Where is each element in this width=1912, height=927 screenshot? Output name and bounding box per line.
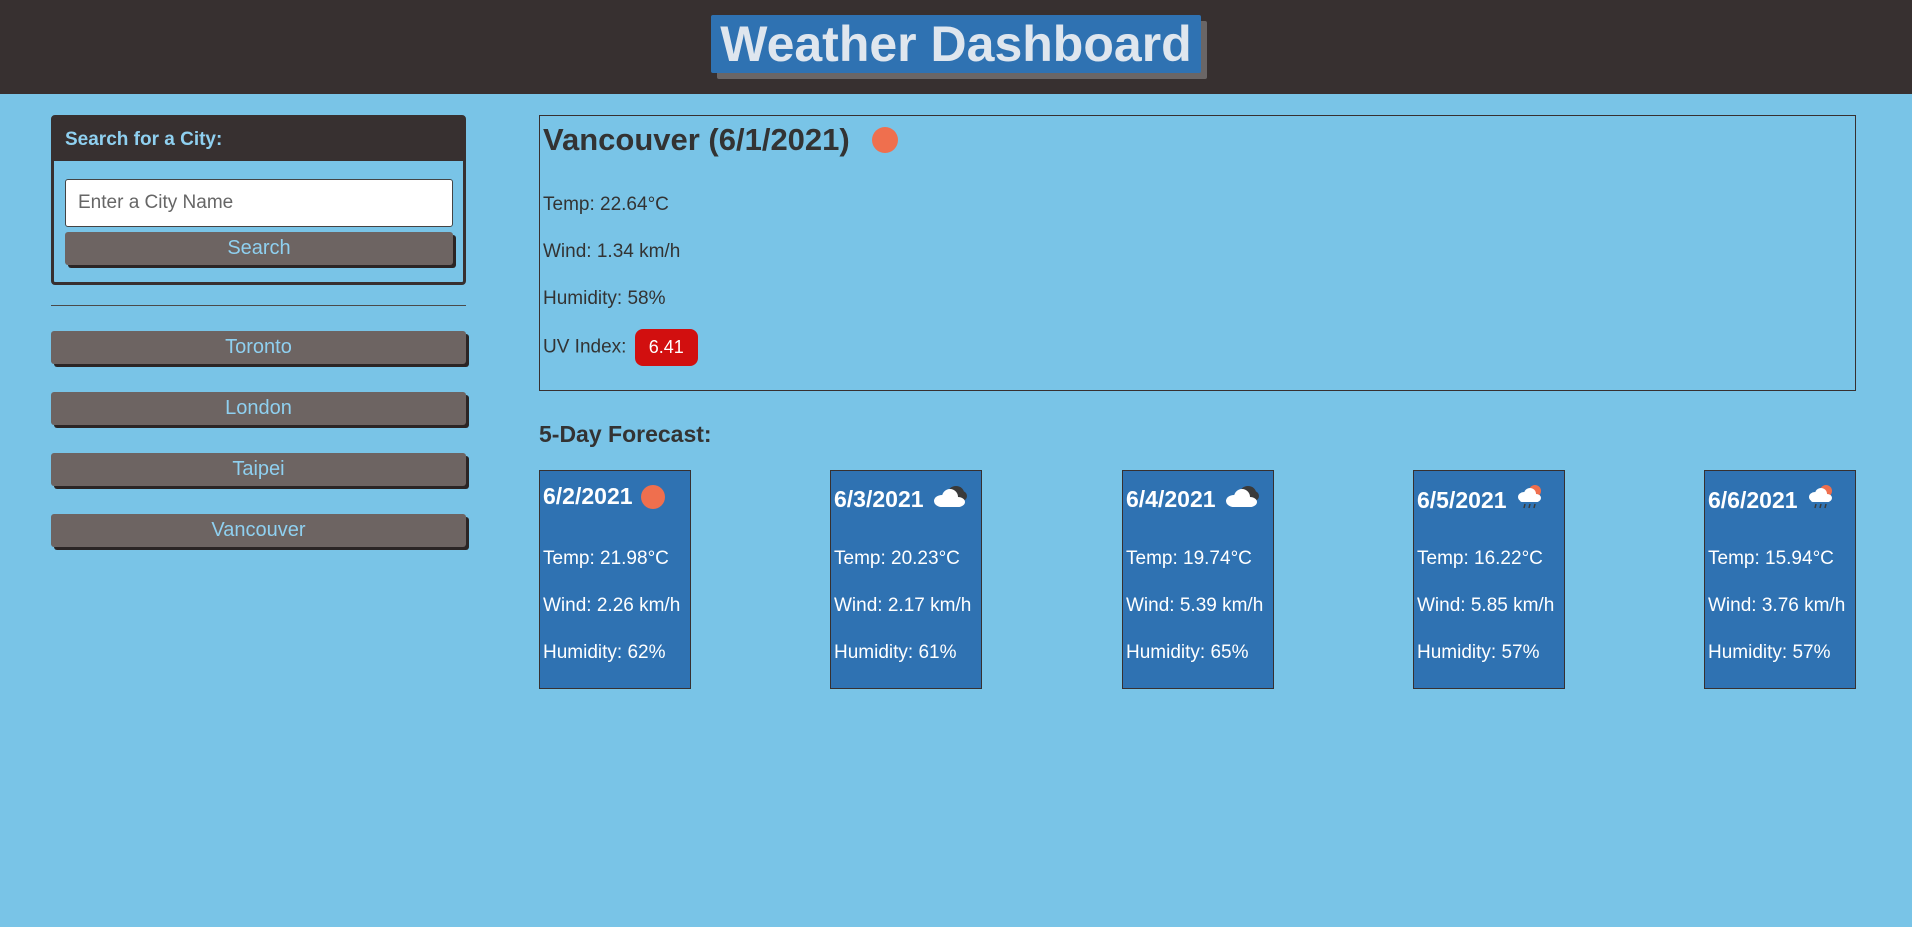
forecast-date-row: 6/4/2021: [1126, 483, 1260, 515]
history-button-vancouver[interactable]: Vancouver: [51, 514, 466, 547]
current-wind: Wind: 1.34 km/h: [543, 241, 681, 262]
current-temp: Temp: 22.64°C: [543, 194, 669, 215]
forecast-wind: Wind: 5.85 km/h: [1417, 595, 1555, 616]
forecast-temp: Temp: 19.74°C: [1126, 548, 1252, 569]
forecast-temp: Temp: 15.94°C: [1708, 548, 1834, 569]
history-button-taipei[interactable]: Taipei: [51, 453, 466, 486]
sun-icon: [640, 484, 665, 509]
history-button-london[interactable]: London: [51, 392, 466, 425]
history-button-toronto[interactable]: Toronto: [51, 331, 466, 364]
forecast-wind: Wind: 3.76 km/h: [1708, 595, 1846, 616]
page-title: Weather Dashboard: [711, 15, 1201, 73]
current-weather-title: Vancouver (6/1/2021): [543, 122, 898, 158]
forecast-wind: Wind: 2.26 km/h: [543, 595, 681, 616]
rain-sun-icon: [1515, 483, 1545, 517]
search-panel: Search for a City: Search: [51, 115, 466, 285]
header-bar: Weather Dashboard: [0, 0, 1912, 94]
current-humidity: Humidity: 58%: [543, 288, 666, 309]
forecast-humidity: Humidity: 62%: [543, 642, 666, 663]
forecast-humidity: Humidity: 57%: [1708, 642, 1831, 663]
current-weather-panel: Vancouver (6/1/2021) Temp: 22.64°C Wind:…: [539, 115, 1856, 391]
forecast-date: 6/6/2021: [1708, 486, 1798, 513]
forecast-wind: Wind: 5.39 km/h: [1126, 595, 1264, 616]
forecast-card: 6/2/2021 Temp: 21.98°C Wind: 2.26 km/h H…: [539, 470, 691, 689]
forecast-date-row: 6/2/2021: [543, 483, 665, 510]
forecast-humidity: Humidity: 57%: [1417, 642, 1540, 663]
sidebar-divider: [51, 305, 466, 306]
forecast-date-row: 6/3/2021: [834, 483, 968, 515]
current-uv-row: UV Index: 6.41: [543, 329, 698, 366]
search-history-list: Toronto London Taipei Vancouver: [51, 331, 466, 575]
forecast-card: 6/3/2021 Temp: 20.23°C Wind: 2.17 km/h H…: [830, 470, 982, 689]
forecast-temp: Temp: 21.98°C: [543, 548, 669, 569]
forecast-card: 6/5/2021 Temp: 16.22°C Wind: 5.85 km/h H…: [1413, 470, 1565, 689]
cloudy-icon: [932, 483, 968, 515]
sun-icon: [871, 127, 898, 153]
forecast-date: 6/2/2021: [543, 483, 633, 509]
uv-label: UV Index:: [543, 336, 627, 358]
forecast-date: 6/5/2021: [1417, 486, 1507, 513]
forecast-date-row: 6/5/2021: [1417, 483, 1545, 517]
forecast-date: 6/3/2021: [834, 485, 924, 512]
forecast-heading: 5-Day Forecast:: [539, 421, 712, 447]
forecast-card: 6/6/2021 Temp: 15.94°C Wind: 3.76 km/h H…: [1704, 470, 1856, 689]
rain-sun-icon: [1806, 483, 1836, 517]
search-heading: Search for a City:: [54, 118, 463, 161]
forecast-date: 6/4/2021: [1126, 485, 1216, 512]
forecast-card: 6/4/2021 Temp: 19.74°C Wind: 5.39 km/h H…: [1122, 470, 1274, 689]
forecast-date-row: 6/6/2021: [1708, 483, 1836, 517]
search-button[interactable]: Search: [65, 232, 453, 265]
city-search-input[interactable]: [65, 179, 453, 227]
forecast-humidity: Humidity: 65%: [1126, 642, 1249, 663]
uv-index-badge: 6.41: [634, 329, 698, 366]
current-city-date: Vancouver (6/1/2021): [543, 122, 850, 157]
forecast-humidity: Humidity: 61%: [834, 642, 957, 663]
forecast-wind: Wind: 2.17 km/h: [834, 595, 972, 616]
forecast-temp: Temp: 16.22°C: [1417, 548, 1543, 569]
forecast-temp: Temp: 20.23°C: [834, 548, 960, 569]
cloudy-icon: [1224, 483, 1260, 515]
